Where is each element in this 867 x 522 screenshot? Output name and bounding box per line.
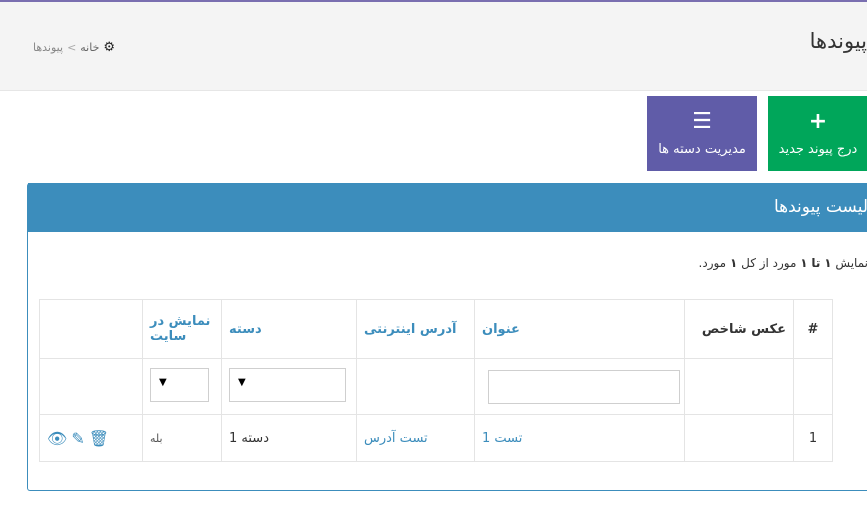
links-box: لیست پیوندها نمایش ۱ تا ۱ مورد از کل ۱ م… bbox=[27, 183, 867, 491]
links-box-title: لیست پیوندها bbox=[773, 197, 867, 217]
title-filter-input[interactable] bbox=[488, 369, 680, 404]
caret-down-icon: ▼ bbox=[159, 376, 167, 388]
column-hash: # bbox=[793, 299, 833, 359]
table-header-row: # عکس شاخص عنوان آدرس اینترنتی دسته نمای… bbox=[39, 299, 833, 359]
row-id: 1 bbox=[793, 414, 833, 462]
summary-suffix: مورد. bbox=[698, 256, 727, 270]
breadcrumb: ⚙ خانه > پیوندها bbox=[33, 40, 115, 55]
row-url-link[interactable]: تست آدرس bbox=[356, 414, 475, 462]
plus-icon: + bbox=[808, 109, 828, 134]
row-title-link[interactable]: تست 1 bbox=[474, 414, 685, 462]
delete-icon[interactable]: 🗑 bbox=[89, 429, 109, 448]
edit-icon[interactable]: ✎ bbox=[71, 429, 84, 448]
filter-cell-category: ▼ bbox=[221, 358, 357, 415]
summary-to-word: تا bbox=[811, 256, 821, 270]
column-url-sort[interactable]: آدرس اینترنتی bbox=[356, 299, 475, 359]
show-filter-select[interactable]: ▼ bbox=[150, 367, 209, 402]
summary-to: ۱ bbox=[800, 256, 808, 270]
manage-categories-label: مدیریت دسته ها bbox=[658, 142, 746, 157]
list-icon: ☰ bbox=[692, 109, 712, 134]
breadcrumb-separator: > bbox=[67, 41, 77, 54]
content-header: پیوندها ⚙ خانه > پیوندها bbox=[0, 2, 867, 91]
links-table: # عکس شاخص عنوان آدرس اینترنتی دسته نمای… bbox=[39, 299, 833, 462]
row-photo bbox=[684, 414, 794, 462]
page-title: پیوندها bbox=[809, 29, 867, 53]
filter-cell-url bbox=[356, 358, 475, 415]
table-summary: نمایش ۱ تا ۱ مورد از کل ۱ مورد. bbox=[699, 256, 867, 270]
summary-prefix: نمایش bbox=[835, 256, 867, 270]
column-category-sort[interactable]: دسته bbox=[221, 299, 357, 359]
table-filter-row: ▼ ▼ bbox=[39, 358, 833, 415]
row-actions: 👁 ✎ 🗑 bbox=[39, 414, 143, 462]
row-category: دسته 1 bbox=[221, 414, 357, 462]
dashboard-icon[interactable]: ⚙ bbox=[103, 40, 115, 55]
breadcrumb-home[interactable]: خانه bbox=[80, 41, 99, 54]
caret-down-icon: ▼ bbox=[238, 376, 246, 388]
row-show: بله bbox=[142, 414, 222, 462]
filter-cell-title bbox=[474, 358, 685, 415]
links-box-header: لیست پیوندها bbox=[28, 183, 867, 232]
manage-categories-button[interactable]: ☰ مدیریت دسته ها bbox=[647, 96, 757, 171]
category-filter-select[interactable]: ▼ bbox=[229, 367, 346, 402]
column-show-sort[interactable]: نمایش در سایت bbox=[142, 299, 222, 359]
breadcrumb-current: پیوندها bbox=[33, 41, 64, 54]
summary-from: ۱ bbox=[824, 256, 832, 270]
column-title-sort[interactable]: عنوان bbox=[474, 299, 685, 359]
view-icon[interactable]: 👁 bbox=[47, 429, 67, 448]
summary-total: ۱ bbox=[729, 256, 738, 270]
filter-cell-actions bbox=[39, 358, 143, 415]
filter-cell-hash bbox=[793, 358, 833, 415]
add-link-label: درج پیوند جدید bbox=[778, 142, 858, 157]
summary-middle: مورد از کل bbox=[741, 256, 797, 270]
filter-cell-show: ▼ bbox=[142, 358, 222, 415]
filter-cell-photo bbox=[684, 358, 794, 415]
column-actions bbox=[39, 299, 143, 359]
add-link-button[interactable]: + درج پیوند جدید bbox=[768, 96, 867, 171]
table-row: 1 تست 1 تست آدرس دسته 1 بله 👁 ✎ 🗑 bbox=[39, 414, 833, 462]
column-photo: عکس شاخص bbox=[684, 299, 794, 359]
